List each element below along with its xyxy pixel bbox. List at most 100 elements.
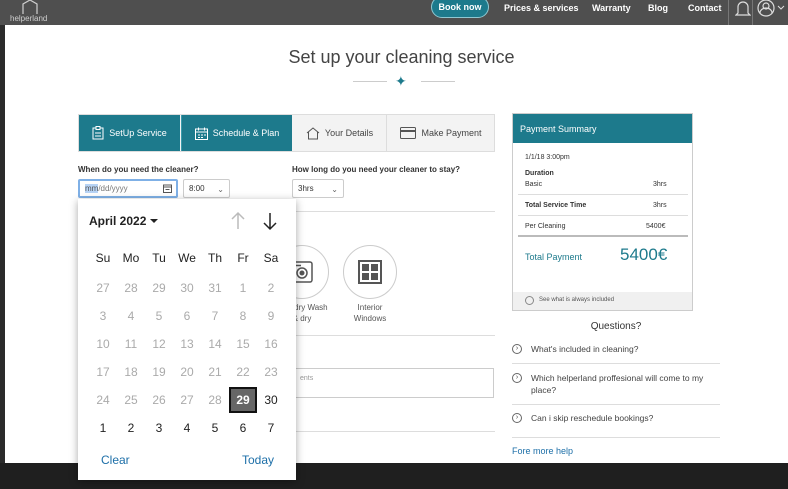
more-help-link[interactable]: Fore more help xyxy=(512,446,573,456)
tab-label: Schedule & Plan xyxy=(212,128,280,138)
day-cell: 15 xyxy=(236,337,250,351)
previous-month-arrow-icon[interactable] xyxy=(230,211,246,231)
day-cell: 30 xyxy=(180,281,194,295)
weekday-label: Th xyxy=(207,251,222,265)
day-cell: 7 xyxy=(211,309,219,323)
day-cell[interactable]: 4 xyxy=(173,415,201,441)
logo[interactable]: helperland xyxy=(10,0,50,25)
tab-schedule-plan[interactable]: Schedule & Plan xyxy=(181,115,292,151)
time-select[interactable]: 8:00 ⌄ xyxy=(183,179,230,198)
day-cell: 18 xyxy=(124,365,138,379)
payment-divider xyxy=(518,194,688,195)
day-cell[interactable]: 6 xyxy=(229,415,257,441)
day-cell: 25 xyxy=(124,393,138,407)
duration-value: 3hrs xyxy=(298,184,314,193)
day-cell[interactable]: 7 xyxy=(257,415,285,441)
calendar-icon xyxy=(194,127,208,140)
nav-blog[interactable]: Blog xyxy=(648,3,668,13)
payment-datetime: 1/1/18 3:00pm xyxy=(525,154,570,161)
day-cell[interactable]: 1 xyxy=(89,415,117,441)
nav-prices-services[interactable]: Prices & services xyxy=(504,3,579,13)
day-cell[interactable]: 3 xyxy=(145,415,173,441)
day-cell[interactable]: 30 xyxy=(257,387,285,413)
clear-button[interactable]: Clear xyxy=(101,453,130,467)
selected-day-cell[interactable]: 29 xyxy=(229,387,257,413)
weekday-label: Sa xyxy=(263,251,279,265)
payment-per-cleaning-label: Per Cleaning xyxy=(525,223,566,230)
book-now-button[interactable]: Book now xyxy=(431,0,489,18)
tab-your-details[interactable]: Your Details xyxy=(293,115,387,151)
faq-divider xyxy=(512,437,720,438)
clipboard-icon xyxy=(92,126,104,140)
logo-house-icon xyxy=(22,0,38,14)
nav-contact[interactable]: Contact xyxy=(688,3,722,13)
payment-divider xyxy=(518,235,688,237)
nav-separator xyxy=(728,0,729,25)
faq-item[interactable]: › Which helperland proffesional will com… xyxy=(512,372,720,396)
user-avatar-icon[interactable] xyxy=(757,0,787,18)
day-cell: 26 xyxy=(152,393,166,407)
day-cell: 29 xyxy=(152,281,166,295)
weekday-label: Su xyxy=(95,251,111,265)
date-picker: April 2022 Su Mo Tu We Th Fr Sa 27 28 29 30 31 1 2 3 4… xyxy=(78,199,296,480)
day-cell: 11 xyxy=(124,337,138,351)
day-cell: 1 xyxy=(239,281,247,295)
next-month-arrow-icon[interactable] xyxy=(262,211,278,231)
day-cell: 19 xyxy=(152,365,166,379)
tab-label: Make Payment xyxy=(421,128,482,138)
day-cell: 14 xyxy=(208,337,222,351)
day-cell: 13 xyxy=(180,337,194,351)
day-cell: 10 xyxy=(96,337,110,351)
day-cell: 28 xyxy=(124,281,138,295)
day-cell: 20 xyxy=(180,365,194,379)
tab-label: SetUp Service xyxy=(109,128,167,138)
payment-total-time-label: Total Service Time xyxy=(525,202,587,209)
payment-basic-label: Basic xyxy=(525,181,543,188)
weekday-label: Mo xyxy=(122,251,140,265)
nav-warranty[interactable]: Warranty xyxy=(592,3,631,13)
date-label: When do you need the cleaner? xyxy=(78,165,199,174)
weekday-label: Tu xyxy=(152,251,166,265)
day-cell: 23 xyxy=(264,365,278,379)
extra-interior-windows-button[interactable] xyxy=(343,245,397,299)
title-divider xyxy=(421,81,455,82)
day-cell: 22 xyxy=(236,365,250,379)
caret-down-icon[interactable] xyxy=(150,219,158,223)
month-year-select[interactable]: April 2022 xyxy=(89,214,146,228)
calendar-picker-icon[interactable] xyxy=(163,184,172,193)
day-cell: 4 xyxy=(127,309,135,323)
tab-make-payment[interactable]: Make Payment xyxy=(387,115,495,151)
chevron-right-icon: › xyxy=(512,373,522,383)
day-cell: 6 xyxy=(183,309,191,323)
extra-windows-label: Interior Windows xyxy=(353,303,387,323)
faq-item[interactable]: › What's included in cleaning? xyxy=(512,343,720,355)
tab-setup-service[interactable]: SetUp Service xyxy=(79,115,180,151)
day-cell[interactable]: 2 xyxy=(117,415,145,441)
weekday-label: We xyxy=(178,251,196,265)
top-nav: helperland Book now Prices & services Wa… xyxy=(0,0,788,25)
payment-total-value: 5400€ xyxy=(620,245,668,264)
smile-icon xyxy=(525,296,534,305)
booking-tabs: SetUp Service Schedule & Plan Your Detai… xyxy=(78,114,495,152)
duration-select[interactable]: 3hrs ⌄ xyxy=(292,179,344,198)
chevron-down-icon: ⌄ xyxy=(331,185,338,194)
payment-total-time-value: 3hrs xyxy=(653,202,667,209)
page-title: Set up your cleaning service xyxy=(288,47,515,67)
day-cell: 5 xyxy=(155,309,163,323)
time-value: 8:00 xyxy=(189,184,205,193)
bell-icon[interactable] xyxy=(735,0,751,18)
chevron-right-icon: › xyxy=(512,413,522,423)
date-input[interactable]: mm/dd/yyyy xyxy=(78,179,178,198)
payment-footer[interactable]: See what is always included xyxy=(513,292,692,310)
weekday-label: Fr xyxy=(237,251,249,265)
date-input-rest: /dd/yyyy xyxy=(98,184,128,193)
nav-separator xyxy=(752,0,753,25)
logo-text: helperland xyxy=(10,14,48,23)
day-cell: 24 xyxy=(96,393,110,407)
today-button[interactable]: Today xyxy=(242,453,274,467)
faq-item[interactable]: › Can i skip reschedule bookings? xyxy=(512,412,720,424)
payment-summary: Payment Summary 1/1/18 3:00pm Duration B… xyxy=(512,113,693,311)
day-cell: 2 xyxy=(267,281,275,295)
day-cell: 9 xyxy=(267,309,275,323)
day-cell[interactable]: 5 xyxy=(201,415,229,441)
